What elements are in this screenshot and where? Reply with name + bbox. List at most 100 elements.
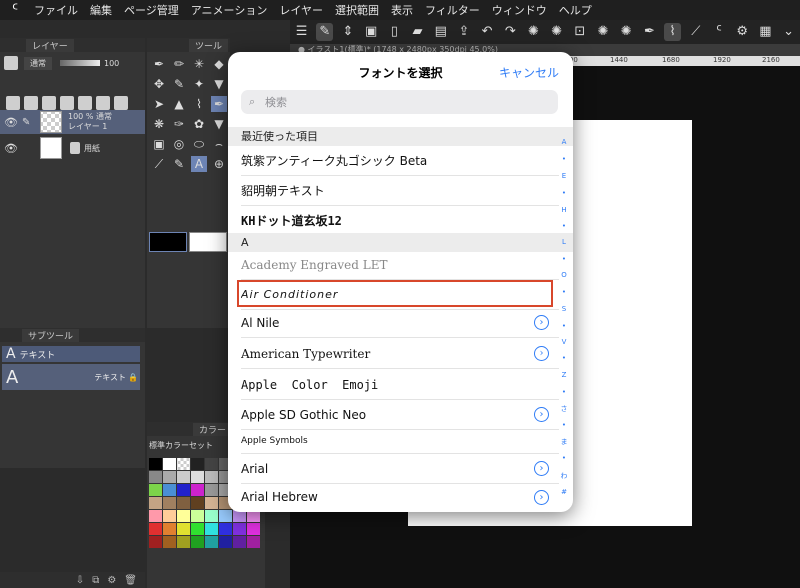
- redo-icon[interactable]: ↷: [502, 23, 519, 41]
- save-icon[interactable]: ▤: [432, 23, 449, 41]
- color-swatch[interactable]: [177, 484, 190, 496]
- color-swatch[interactable]: [205, 471, 218, 483]
- text-tool-icon[interactable]: ✎: [171, 156, 187, 172]
- color-swatch[interactable]: [205, 510, 218, 522]
- color-swatch[interactable]: [149, 471, 162, 483]
- move-icon[interactable]: ✥: [151, 76, 167, 92]
- color-swatch[interactable]: [177, 536, 190, 548]
- transform-icon[interactable]: ⊡: [571, 23, 588, 41]
- bucket-icon[interactable]: ▼: [211, 116, 227, 132]
- font-row[interactable]: 筑紫アンティーク丸ゴシック Beta: [241, 146, 559, 176]
- text-pen-icon[interactable]: ✒: [211, 96, 227, 112]
- decoration-icon[interactable]: ✿: [191, 116, 207, 132]
- color-swatch[interactable]: [247, 536, 260, 548]
- new-vector-layer-icon[interactable]: [24, 96, 38, 110]
- color-swatch[interactable]: [163, 536, 176, 548]
- layer-tab[interactable]: レイヤー: [26, 38, 74, 52]
- chevron-down-icon[interactable]: ⌄: [780, 23, 797, 41]
- new-file-icon[interactable]: ▯: [386, 23, 403, 41]
- chevron-right-icon[interactable]: ›: [534, 346, 549, 361]
- app-logo-icon[interactable]: ᑦ: [6, 1, 24, 19]
- hamburger-menu-icon[interactable]: ☰: [293, 23, 310, 41]
- color-swatch[interactable]: [163, 523, 176, 535]
- color-swatch[interactable]: [219, 523, 232, 535]
- color-swatch[interactable]: [205, 458, 218, 470]
- color-swatch[interactable]: [247, 523, 260, 535]
- menu-filter[interactable]: フィルター: [425, 2, 480, 18]
- subtool-item[interactable]: A テキスト 🔒: [2, 364, 140, 390]
- menu-animation[interactable]: アニメーション: [191, 2, 268, 18]
- color-swatch[interactable]: [233, 523, 246, 535]
- opacity-value[interactable]: 100: [104, 59, 119, 68]
- pointer-icon[interactable]: ➤: [151, 96, 167, 112]
- tool-tab[interactable]: ツール: [189, 38, 229, 52]
- index-letter[interactable]: わ: [558, 471, 570, 481]
- layer-color-icon[interactable]: [4, 56, 18, 70]
- dropper-icon[interactable]: ⌇: [191, 96, 207, 112]
- blend-icon[interactable]: ✦: [191, 76, 207, 92]
- color-swatch[interactable]: [177, 510, 190, 522]
- font-row[interactable]: KHドット道玄坂12: [241, 206, 559, 236]
- font-row[interactable]: Arial ›: [241, 454, 559, 484]
- color-swatch[interactable]: [163, 471, 176, 483]
- chevron-right-icon[interactable]: ›: [534, 461, 549, 476]
- chevron-right-icon[interactable]: ›: [534, 407, 549, 422]
- color-swatch[interactable]: [205, 497, 218, 509]
- color-swatch[interactable]: [191, 510, 204, 522]
- color-swatch[interactable]: [205, 523, 218, 535]
- loading-icon-4[interactable]: ✺: [618, 23, 635, 41]
- pattern-icon[interactable]: ❋: [151, 116, 167, 132]
- font-row[interactable]: Arial Hebrew ›: [241, 482, 559, 512]
- color-swatch[interactable]: [219, 536, 232, 548]
- layout-icon[interactable]: ▦: [757, 23, 774, 41]
- merge-layer-icon[interactable]: [78, 96, 92, 110]
- color-swatch[interactable]: [191, 458, 204, 470]
- index-letter[interactable]: ま: [558, 437, 570, 447]
- layer-row[interactable]: 👁 用紙: [0, 136, 145, 160]
- menu-help[interactable]: ヘルプ: [559, 2, 592, 18]
- index-letter[interactable]: #: [558, 488, 570, 496]
- operation-icon[interactable]: ⊕: [211, 156, 227, 172]
- color-tab[interactable]: カラー: [193, 422, 233, 436]
- eraser-icon[interactable]: ◆: [211, 56, 227, 72]
- text-icon[interactable]: A: [191, 156, 207, 172]
- font-row[interactable]: Apple SD Gothic Neo ›: [241, 400, 559, 430]
- color-swatch[interactable]: [177, 523, 190, 535]
- index-letter[interactable]: Z: [558, 371, 570, 379]
- section-index-bar[interactable]: A • E • H • L • O • S • V • Z • さ • ま • …: [558, 138, 570, 508]
- settings-icon[interactable]: ⚙: [734, 23, 751, 41]
- edit-icon[interactable]: ✎: [316, 23, 334, 41]
- cancel-button[interactable]: キャンセル: [499, 64, 559, 81]
- ruler-icon[interactable]: ⬭: [191, 136, 207, 152]
- opacity-slider[interactable]: [60, 60, 100, 66]
- figure-icon[interactable]: ◎: [171, 136, 187, 152]
- eye-icon[interactable]: 👁: [4, 116, 18, 129]
- import-icon[interactable]: ⇩: [76, 575, 84, 586]
- color-swatch[interactable]: [163, 484, 176, 496]
- export-icon[interactable]: ⇪: [455, 23, 472, 41]
- open-folder-icon[interactable]: ▰: [409, 23, 426, 41]
- stabilizer-icon[interactable]: ⌇: [664, 23, 682, 41]
- color-swatch[interactable]: [149, 484, 162, 496]
- new-layer-icon[interactable]: [6, 96, 20, 110]
- font-row[interactable]: Apple Color Emoji: [241, 370, 559, 400]
- pen-icon[interactable]: ✒: [641, 23, 658, 41]
- color-swatch[interactable]: [149, 536, 162, 548]
- loading-icon-2[interactable]: ✺: [548, 23, 565, 41]
- blend-mode-select[interactable]: 通常: [24, 56, 52, 70]
- index-letter[interactable]: E: [558, 172, 570, 180]
- font-search-input[interactable]: ⌕ 検索: [241, 90, 558, 114]
- index-letter[interactable]: H: [558, 206, 570, 214]
- index-letter[interactable]: L: [558, 238, 570, 246]
- font-row[interactable]: Al Nile ›: [241, 308, 559, 338]
- help-icon[interactable]: ᑦ: [710, 23, 727, 41]
- color-swatch[interactable]: [149, 510, 162, 522]
- color-swatch[interactable]: [177, 471, 190, 483]
- up-down-icon[interactable]: ⇕: [339, 23, 356, 41]
- subtool-group[interactable]: A テキスト: [2, 346, 140, 362]
- mask-icon[interactable]: [96, 96, 110, 110]
- balloon-icon[interactable]: ⌢: [211, 136, 227, 152]
- menu-window[interactable]: ウィンドウ: [492, 2, 547, 18]
- color-swatch[interactable]: [233, 536, 246, 548]
- sub-color-swatch[interactable]: [189, 232, 227, 252]
